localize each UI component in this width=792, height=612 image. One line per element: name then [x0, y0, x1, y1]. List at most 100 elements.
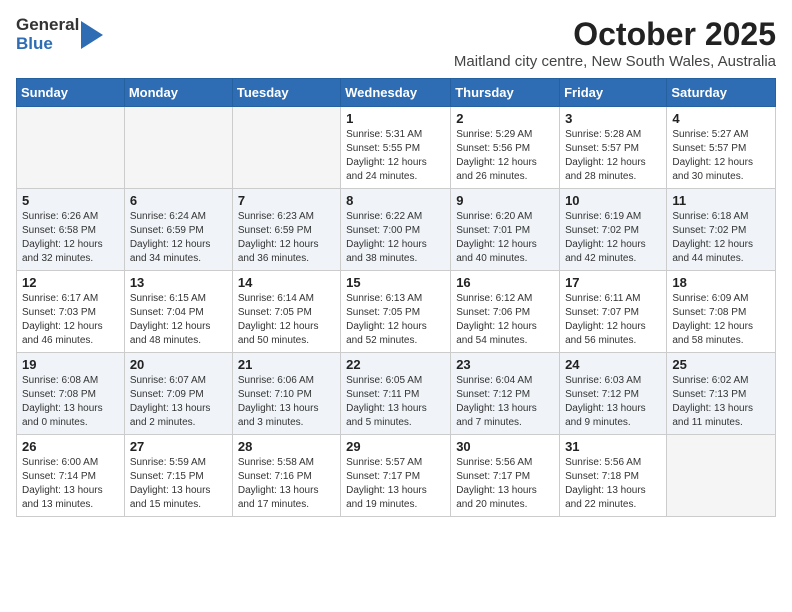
logo-general-text: General — [16, 16, 79, 35]
calendar-day-cell: 14 Sunrise: 6:14 AMSunset: 7:05 PMDayligh… — [232, 271, 340, 353]
calendar-day-cell: 28Sunrise: 5:58 AMSunset: 7:16 PMDayligh… — [232, 435, 340, 517]
calendar-day-cell — [232, 107, 340, 189]
day-info: Sunrise: 6:15 AMSunset: 7:04 PMDaylight:… — [130, 292, 227, 348]
calendar-day-cell: 12 Sunrise: 6:17 AMSunset: 7:03 PMDayligh… — [17, 271, 125, 353]
day-number: 1 — [346, 111, 445, 126]
day-info: Sunrise: 6:02 AMSunset: 7:13 PMDaylight:… — [672, 374, 770, 430]
calendar-day-cell: 11 Sunrise: 6:18 AMSunset: 7:02 PMDayligh… — [667, 189, 776, 271]
calendar-day-cell — [17, 107, 125, 189]
day-info: Sunrise: 6:08 AMSunset: 7:08 PMDaylight:… — [22, 374, 119, 430]
day-info: Sunrise: 6:18 AMSunset: 7:02 PMDaylight:… — [672, 210, 770, 266]
day-number: 14 — [238, 275, 335, 290]
day-number: 8 — [346, 193, 445, 208]
calendar-day-cell: 29 Sunrise: 5:57 AMSunset: 7:17 PMDayligh… — [341, 435, 451, 517]
weekday-header-row: SundayMondayTuesdayWednesdayThursdayFrid… — [17, 79, 776, 107]
day-info: Sunrise: 6:14 AMSunset: 7:05 PMDaylight:… — [238, 292, 335, 348]
day-info: Sunrise: 6:09 AMSunset: 7:08 PMDaylight:… — [672, 292, 770, 348]
weekday-header-friday: Friday — [560, 79, 667, 107]
calendar-day-cell: 13 Sunrise: 6:15 AMSunset: 7:04 PMDayligh… — [124, 271, 232, 353]
calendar-week-row: 1Sunrise: 5:31 AMSunset: 5:55 PMDaylight… — [17, 107, 776, 189]
day-number: 13 — [130, 275, 227, 290]
weekday-header-monday: Monday — [124, 79, 232, 107]
logo: General Blue — [16, 16, 103, 53]
logo-blue-text: Blue — [16, 35, 53, 54]
calendar-day-cell: 23 Sunrise: 6:04 AMSunset: 7:12 PMDayligh… — [451, 353, 560, 435]
calendar-day-cell: 19Sunrise: 6:08 AMSunset: 7:08 PMDayligh… — [17, 353, 125, 435]
calendar-day-cell: 8 Sunrise: 6:22 AMSunset: 7:00 PMDaylight… — [341, 189, 451, 271]
weekday-header-tuesday: Tuesday — [232, 79, 340, 107]
calendar-day-cell: 30 Sunrise: 5:56 AMSunset: 7:17 PMDayligh… — [451, 435, 560, 517]
weekday-header-sunday: Sunday — [17, 79, 125, 107]
day-info: Sunrise: 5:28 AMSunset: 5:57 PMDaylight:… — [565, 128, 661, 184]
calendar-week-row: 26 Sunrise: 6:00 AMSunset: 7:14 PMDayligh… — [17, 435, 776, 517]
calendar-day-cell: 20 Sunrise: 6:07 AMSunset: 7:09 PMDayligh… — [124, 353, 232, 435]
day-info: Sunrise: 5:57 AMSunset: 7:17 PMDaylight:… — [346, 456, 445, 512]
day-info: Sunrise: 6:00 AMSunset: 7:14 PMDaylight:… — [22, 456, 119, 512]
day-info: Sunrise: 5:27 AMSunset: 5:57 PMDaylight:… — [672, 128, 770, 184]
calendar-day-cell: 6 Sunrise: 6:24 AMSunset: 6:59 PMDaylight… — [124, 189, 232, 271]
day-number: 11 — [672, 193, 770, 208]
calendar-subtitle: Maitland city centre, New South Wales, A… — [454, 53, 776, 70]
page-header: General Blue October 2025 Maitland city … — [16, 16, 776, 70]
calendar-day-cell: 7Sunrise: 6:23 AMSunset: 6:59 PMDaylight… — [232, 189, 340, 271]
day-info: Sunrise: 6:05 AMSunset: 7:11 PMDaylight:… — [346, 374, 445, 430]
day-number: 23 — [456, 357, 554, 372]
day-number: 17 — [565, 275, 661, 290]
calendar-day-cell: 18 Sunrise: 6:09 AMSunset: 7:08 PMDayligh… — [667, 271, 776, 353]
calendar-day-cell — [124, 107, 232, 189]
weekday-header-wednesday: Wednesday — [341, 79, 451, 107]
day-number: 9 — [456, 193, 554, 208]
weekday-header-saturday: Saturday — [667, 79, 776, 107]
day-info: Sunrise: 6:13 AMSunset: 7:05 PMDaylight:… — [346, 292, 445, 348]
day-info: Sunrise: 6:07 AMSunset: 7:09 PMDaylight:… — [130, 374, 227, 430]
calendar-day-cell: 31Sunrise: 5:56 AMSunset: 7:18 PMDayligh… — [560, 435, 667, 517]
day-info: Sunrise: 5:59 AMSunset: 7:15 PMDaylight:… — [130, 456, 227, 512]
calendar-day-cell: 26 Sunrise: 6:00 AMSunset: 7:14 PMDayligh… — [17, 435, 125, 517]
day-number: 18 — [672, 275, 770, 290]
day-number: 5 — [22, 193, 119, 208]
day-number: 29 — [346, 439, 445, 454]
calendar-day-cell: 27 Sunrise: 5:59 AMSunset: 7:15 PMDayligh… — [124, 435, 232, 517]
calendar-day-cell: 9Sunrise: 6:20 AMSunset: 7:01 PMDaylight… — [451, 189, 560, 271]
day-number: 12 — [22, 275, 119, 290]
day-info: Sunrise: 6:24 AMSunset: 6:59 PMDaylight:… — [130, 210, 227, 266]
day-number: 20 — [130, 357, 227, 372]
day-number: 27 — [130, 439, 227, 454]
logo-arrow-icon — [81, 17, 103, 53]
day-info: Sunrise: 6:22 AMSunset: 7:00 PMDaylight:… — [346, 210, 445, 266]
day-number: 15 — [346, 275, 445, 290]
day-info: Sunrise: 6:11 AMSunset: 7:07 PMDaylight:… — [565, 292, 661, 348]
day-number: 3 — [565, 111, 661, 126]
calendar-day-cell: 16Sunrise: 6:12 AMSunset: 7:06 PMDayligh… — [451, 271, 560, 353]
title-block: October 2025 Maitland city centre, New S… — [454, 16, 776, 70]
calendar-week-row: 12 Sunrise: 6:17 AMSunset: 7:03 PMDayligh… — [17, 271, 776, 353]
calendar-day-cell: 2Sunrise: 5:29 AMSunset: 5:56 PMDaylight… — [451, 107, 560, 189]
day-number: 4 — [672, 111, 770, 126]
day-number: 6 — [130, 193, 227, 208]
calendar-day-cell: 21Sunrise: 6:06 AMSunset: 7:10 PMDayligh… — [232, 353, 340, 435]
day-number: 7 — [238, 193, 335, 208]
day-info: Sunrise: 6:12 AMSunset: 7:06 PMDaylight:… — [456, 292, 554, 348]
calendar-day-cell: 3 Sunrise: 5:28 AMSunset: 5:57 PMDaylight… — [560, 107, 667, 189]
day-number: 28 — [238, 439, 335, 454]
calendar-day-cell: 5 Sunrise: 6:26 AMSunset: 6:58 PMDaylight… — [17, 189, 125, 271]
calendar-day-cell: 24Sunrise: 6:03 AMSunset: 7:12 PMDayligh… — [560, 353, 667, 435]
calendar-day-cell: 17 Sunrise: 6:11 AMSunset: 7:07 PMDayligh… — [560, 271, 667, 353]
day-info: Sunrise: 5:56 AMSunset: 7:17 PMDaylight:… — [456, 456, 554, 512]
day-info: Sunrise: 5:56 AMSunset: 7:18 PMDaylight:… — [565, 456, 661, 512]
calendar-day-cell: 25Sunrise: 6:02 AMSunset: 7:13 PMDayligh… — [667, 353, 776, 435]
calendar-day-cell: 15 Sunrise: 6:13 AMSunset: 7:05 PMDayligh… — [341, 271, 451, 353]
calendar-day-cell — [667, 435, 776, 517]
calendar-day-cell: 1Sunrise: 5:31 AMSunset: 5:55 PMDaylight… — [341, 107, 451, 189]
calendar-day-cell: 22Sunrise: 6:05 AMSunset: 7:11 PMDayligh… — [341, 353, 451, 435]
day-info: Sunrise: 6:04 AMSunset: 7:12 PMDaylight:… — [456, 374, 554, 430]
day-info: Sunrise: 6:03 AMSunset: 7:12 PMDaylight:… — [565, 374, 661, 430]
calendar-title: October 2025 — [454, 16, 776, 53]
calendar-week-row: 5 Sunrise: 6:26 AMSunset: 6:58 PMDaylight… — [17, 189, 776, 271]
day-info: Sunrise: 6:26 AMSunset: 6:58 PMDaylight:… — [22, 210, 119, 266]
calendar-week-row: 19Sunrise: 6:08 AMSunset: 7:08 PMDayligh… — [17, 353, 776, 435]
day-number: 26 — [22, 439, 119, 454]
day-number: 30 — [456, 439, 554, 454]
day-info: Sunrise: 5:29 AMSunset: 5:56 PMDaylight:… — [456, 128, 554, 184]
day-info: Sunrise: 6:17 AMSunset: 7:03 PMDaylight:… — [22, 292, 119, 348]
